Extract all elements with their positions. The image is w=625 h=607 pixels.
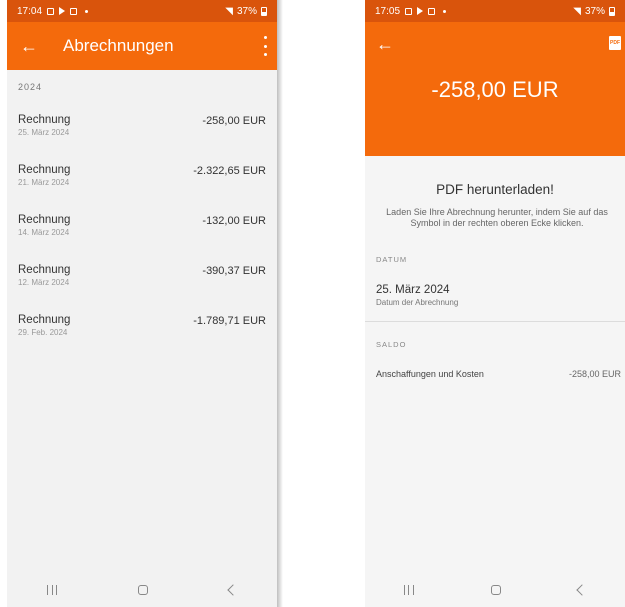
gallery-icon xyxy=(47,7,55,15)
item-name: Rechnung xyxy=(18,314,71,326)
item-name: Rechnung xyxy=(18,264,71,276)
saldo-amount: -258,00 EUR xyxy=(568,369,621,379)
invoice-list: Rechnung 25. März 2024 -258,00 EUR Rechn… xyxy=(7,106,277,356)
status-bar: 17:05 ◥ 37% xyxy=(365,0,625,22)
back-arrow-icon[interactable]: ← xyxy=(367,26,403,62)
list-item[interactable]: Rechnung 14. März 2024 -132,00 EUR xyxy=(18,206,266,256)
system-nav-bar xyxy=(365,573,625,607)
status-bar: 17:04 ◥ 37% xyxy=(7,0,277,22)
signal-icon: ◥ xyxy=(225,5,233,17)
list-item[interactable]: Rechnung 25. März 2024 -258,00 EUR xyxy=(18,106,266,156)
list-item[interactable]: Rechnung 12. März 2024 -390,37 EUR xyxy=(18,256,266,306)
divider xyxy=(365,321,625,322)
info-text: Laden Sie Ihre Abrechnung herunter, inde… xyxy=(386,207,608,228)
nav-home-icon[interactable] xyxy=(137,585,148,595)
battery-icon xyxy=(609,6,615,16)
amount-header: ← PDF -258,00 EUR xyxy=(365,22,625,156)
item-name: Rechnung xyxy=(18,114,71,126)
screen-shadow xyxy=(277,0,283,607)
invoice-detail-screen: 17:05 ◥ 37% ← PDF -258,00 EUR PDF herunt… xyxy=(365,0,625,607)
item-date: 29. Feb. 2024 xyxy=(18,328,68,337)
item-date: 25. März 2024 xyxy=(18,128,70,137)
item-date: 21. März 2024 xyxy=(18,178,70,187)
status-battery: 37% xyxy=(236,5,257,17)
item-date: 14. März 2024 xyxy=(18,228,70,237)
year-header: 2024 xyxy=(18,82,43,92)
system-nav-bar xyxy=(7,573,277,607)
datum-value: 25. März 2024 xyxy=(376,284,450,296)
notification-dot-icon xyxy=(85,9,89,13)
more-vert-icon[interactable] xyxy=(263,36,267,56)
play-icon xyxy=(59,7,66,15)
pdf-icon-label: PDF xyxy=(610,40,620,46)
invoice-list-screen: 17:04 ◥ 37% ← Abrechnungen 2024 Rechnung… xyxy=(7,0,277,607)
item-amount: -1.789,71 EUR xyxy=(193,315,266,327)
item-amount: -258,00 EUR xyxy=(202,115,266,127)
item-amount: -2.322,65 EUR xyxy=(193,165,266,177)
status-time: 17:04 xyxy=(17,5,43,17)
info-title: PDF herunterladen! xyxy=(436,182,554,197)
battery-icon xyxy=(261,6,267,16)
message-icon xyxy=(428,7,436,15)
invoice-amount: -258,00 EUR xyxy=(431,77,559,102)
back-arrow-icon[interactable]: ← xyxy=(11,28,47,64)
section-label-saldo: SALDO xyxy=(376,340,407,349)
message-icon xyxy=(70,7,78,15)
item-date: 12. März 2024 xyxy=(18,278,70,287)
nav-home-icon[interactable] xyxy=(490,585,501,595)
nav-back-icon[interactable] xyxy=(226,584,239,596)
saldo-row: Anschaffungen und Kosten -258,00 EUR xyxy=(365,369,625,379)
saldo-item: Anschaffungen und Kosten xyxy=(376,369,484,379)
list-item[interactable]: Rechnung 21. März 2024 -2.322,65 EUR xyxy=(18,156,266,206)
page-title: Abrechnungen xyxy=(63,36,174,55)
item-amount: -132,00 EUR xyxy=(202,215,266,227)
play-icon xyxy=(417,7,424,15)
status-time: 17:05 xyxy=(375,5,401,17)
item-name: Rechnung xyxy=(18,214,71,226)
nav-recent-icon[interactable] xyxy=(47,585,58,595)
item-name: Rechnung xyxy=(18,164,71,176)
signal-icon: ◥ xyxy=(573,5,581,17)
item-amount: -390,37 EUR xyxy=(202,265,266,277)
list-item[interactable]: Rechnung 29. Feb. 2024 -1.789,71 EUR xyxy=(18,306,266,356)
app-bar: ← Abrechnungen xyxy=(7,22,277,70)
pdf-icon[interactable]: PDF xyxy=(609,36,621,50)
gallery-icon xyxy=(405,7,413,15)
nav-back-icon[interactable] xyxy=(576,584,588,596)
status-battery: 37% xyxy=(584,5,605,17)
nav-recent-icon[interactable] xyxy=(403,585,414,595)
datum-subtitle: Datum der Abrechnung xyxy=(376,298,459,307)
notification-dot-icon xyxy=(443,9,447,13)
section-label-datum: DATUM xyxy=(376,255,408,264)
